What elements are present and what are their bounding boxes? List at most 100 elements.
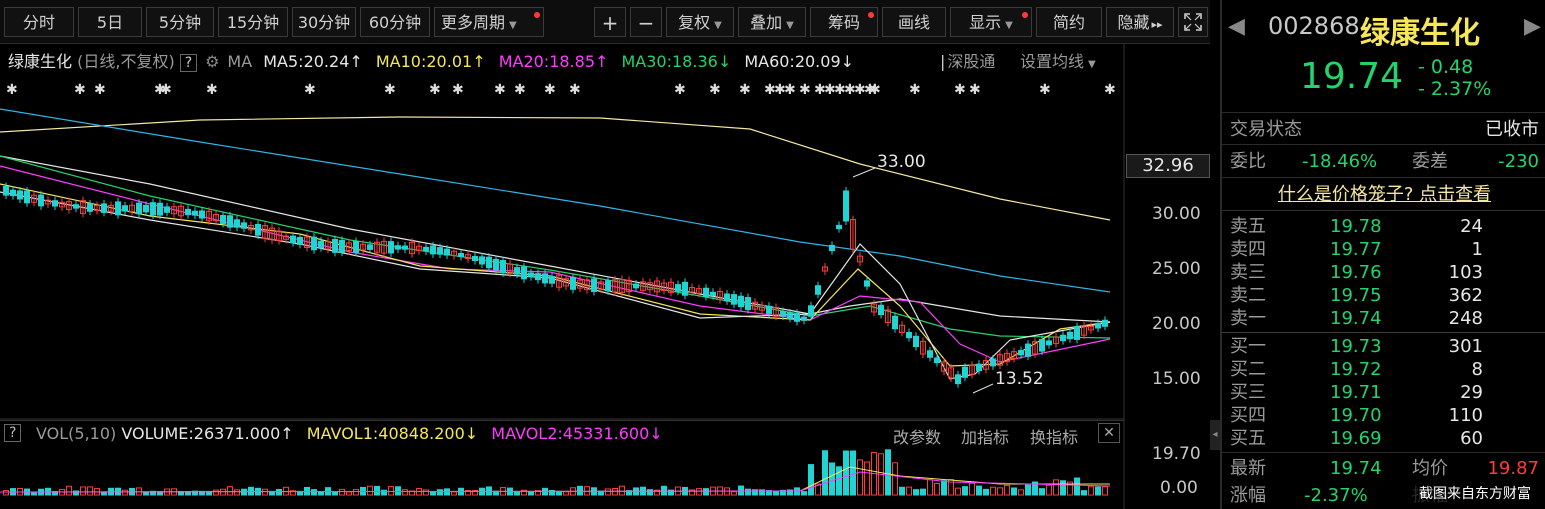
avg-label: 均价 <box>1412 458 1448 479</box>
candlestick <box>962 366 968 378</box>
volume-bar <box>822 450 828 496</box>
wei-cha-value: -230 <box>1498 151 1539 172</box>
volume-bar <box>311 489 317 496</box>
close-indicator-button[interactable]: ✕ <box>1098 423 1120 443</box>
volume-bar <box>1004 484 1010 496</box>
bid-row[interactable]: 买四 19.70 110 <box>1222 404 1545 427</box>
volume-values: VOL(5,10) VOLUME:26371.000↑ MAVOL1:40848… <box>36 424 663 443</box>
adjust-dropdown[interactable]: 复权 ▼ <box>666 7 734 37</box>
candlestick <box>724 293 730 302</box>
pct-label: 涨幅 <box>1230 485 1266 506</box>
volume-bar <box>556 490 562 496</box>
switch-indicator-button[interactable]: 换指标 <box>1030 424 1078 448</box>
candlestick <box>787 312 793 319</box>
chips-button[interactable]: 筹码 <box>810 7 878 37</box>
volume-help-button[interactable]: ? <box>4 424 22 442</box>
prev-stock-button[interactable]: ◀ <box>1228 14 1245 39</box>
draw-line-button[interactable]: 画线 <box>882 7 946 37</box>
period-tab-intraday[interactable]: 分时 <box>4 7 74 37</box>
candlestick <box>1102 319 1108 327</box>
volume-arrow-icon: ↑ <box>280 424 294 443</box>
volume-bar <box>983 488 989 496</box>
volume-bar <box>1046 484 1052 496</box>
candlestick <box>976 363 982 372</box>
price-cage-link[interactable]: 什么是价格笼子? 点击查看 <box>1222 183 1545 206</box>
candlestick <box>255 223 261 236</box>
hide-button[interactable]: 隐藏 ▸▸ <box>1106 7 1174 37</box>
bid-row[interactable]: 买五 19.69 60 <box>1222 427 1545 450</box>
quote-panel: ◀ 002868 绿康生化 ▶ 19.74 - 0.48 - 2.37% 交易状… <box>1220 0 1545 509</box>
candlestick <box>682 281 688 296</box>
caret-down-icon: ▼ <box>509 20 517 31</box>
volume-tick-top: 19.70 <box>1152 444 1201 464</box>
latest-row: 最新 19.74 均价 19.87 <box>1222 457 1545 480</box>
candlestick <box>311 236 317 251</box>
ma20-line <box>0 165 1111 363</box>
ask-row[interactable]: 卖五 19.78 24 <box>1222 215 1545 238</box>
bid-row[interactable]: 买一 19.73 301 <box>1222 335 1545 358</box>
volume-tick-bottom: 0.00 <box>1160 478 1198 498</box>
zoom-in-button[interactable]: + <box>594 7 626 37</box>
event-marker-icon: ✱ <box>739 82 751 98</box>
bid-row[interactable]: 买三 19.71 29 <box>1222 381 1545 404</box>
period-tab-30min[interactable]: 30分钟 <box>292 7 356 37</box>
volume-bar <box>934 483 940 496</box>
ask-row[interactable]: 卖三 19.76 103 <box>1222 261 1545 284</box>
volume-bar <box>3 490 9 496</box>
panel-collapse-handle[interactable]: ◂ <box>1210 420 1220 450</box>
candlestick <box>101 203 107 213</box>
fullscreen-button[interactable] <box>1178 7 1208 37</box>
avg-value: 19.87 <box>1487 458 1539 479</box>
ask-row[interactable]: 卖二 19.75 362 <box>1222 284 1545 307</box>
event-marker-icon: ✱ <box>799 82 811 98</box>
event-marker-icon: ✱ <box>494 82 506 98</box>
period-tab-5min[interactable]: 5分钟 <box>146 7 214 37</box>
trade-status-row: 交易状态 已收市 <box>1222 118 1545 141</box>
volume-bar <box>598 490 604 496</box>
volume-bar <box>276 488 282 496</box>
volume-bar <box>388 486 394 496</box>
candlestick <box>500 260 506 274</box>
candlestick <box>955 374 961 385</box>
candlestick <box>710 291 716 297</box>
overlay-dropdown[interactable]: 叠加 ▼ <box>738 7 806 37</box>
volume-bar <box>402 489 408 496</box>
change-params-button[interactable]: 改参数 <box>893 424 941 448</box>
volume-bar <box>941 480 947 496</box>
ask-row[interactable]: 卖一 19.74 248 <box>1222 307 1545 330</box>
event-marker-icon: ✱ <box>869 82 881 98</box>
bid-level-label: 买一 <box>1230 336 1266 357</box>
zoom-out-button[interactable]: − <box>630 7 662 37</box>
candlestick <box>906 332 912 339</box>
volume-bar <box>563 491 569 496</box>
latest-label: 最新 <box>1230 458 1266 479</box>
ask-row[interactable]: 卖四 19.77 1 <box>1222 238 1545 261</box>
candlestick <box>157 202 163 216</box>
candlestick <box>675 284 681 292</box>
ask-volume: 103 <box>1448 262 1483 283</box>
display-dropdown[interactable]: 显示 ▼ <box>950 7 1032 37</box>
period-tab-60min[interactable]: 60分钟 <box>360 7 430 37</box>
candlestick <box>794 312 800 322</box>
ask-price: 19.78 <box>1330 216 1382 237</box>
bid-row[interactable]: 买二 19.72 8 <box>1222 358 1545 381</box>
volume-bar <box>696 488 702 496</box>
more-periods-dropdown[interactable]: 更多周期 ▼ <box>434 7 544 37</box>
ma30-line <box>0 155 1111 339</box>
overlay-label: 叠加 <box>750 13 783 32</box>
volume-bar <box>752 489 758 496</box>
period-tab-15min[interactable]: 15分钟 <box>218 7 288 37</box>
volume-bar <box>514 491 520 496</box>
candlestick <box>913 335 919 348</box>
period-tab-5day[interactable]: 5日 <box>78 7 142 37</box>
candlestick <box>535 273 541 281</box>
simple-mode-button[interactable]: 简约 <box>1036 7 1102 37</box>
candlestick <box>486 256 492 269</box>
add-indicator-button[interactable]: 加指标 <box>961 424 1009 448</box>
candlestick <box>605 280 611 292</box>
next-stock-button[interactable]: ▶ <box>1524 14 1541 39</box>
ma5-line <box>0 191 1111 380</box>
candlestick <box>164 206 170 213</box>
event-marker-icon: ✱ <box>304 82 316 98</box>
ask-price: 19.77 <box>1330 239 1382 260</box>
